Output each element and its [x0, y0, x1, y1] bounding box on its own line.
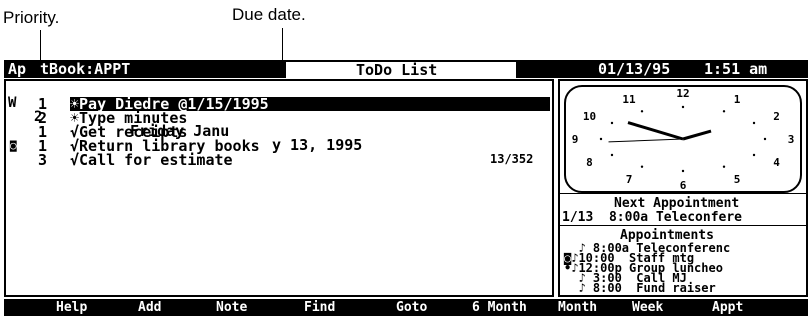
appointment-text: Fund raiser: [636, 281, 716, 295]
function-key-help[interactable]: Help: [56, 299, 87, 316]
clock-numeral: 11: [622, 93, 636, 106]
clock-numeral: 8: [586, 156, 593, 169]
todo-description: Call for estimate: [79, 151, 233, 169]
title-field: ToDo List: [286, 62, 516, 78]
clock-tick: [752, 153, 756, 157]
clock-numeral: 7: [626, 173, 633, 186]
clock-tick: [640, 165, 644, 168]
clock-numeral: 6: [680, 179, 687, 191]
todo-list-panel: W 2 Friday Janu y 13, 1995 13/352 1 ☀Pay …: [4, 79, 554, 297]
app-name: tBook:APPT: [40, 60, 131, 78]
next-appointment-value[interactable]: 1/13 8:00a Teleconfere: [562, 211, 742, 224]
right-panel: 12 1 2 3 4 5 6 7 8 9 10 11 Next Appointment 1/13 8:…: [558, 79, 808, 297]
clock-tick: [681, 105, 685, 109]
clock-numeral: 2: [773, 110, 780, 123]
current-date: 01/13/95: [598, 60, 671, 78]
analog-clock: 12 1 2 3 4 5 6 7 8 9 10 11: [564, 85, 802, 193]
clock-tick: [681, 169, 685, 173]
appointment-item[interactable]: ♪ 8:00 Fund raiser: [564, 281, 716, 295]
priority-callout: Priority.: [3, 8, 60, 27]
clock-tick: [610, 121, 614, 125]
second-hand: [608, 138, 684, 143]
function-key-appt[interactable]: Appt: [712, 299, 743, 316]
clock-tick: [722, 110, 726, 113]
function-key-goto[interactable]: Goto: [396, 299, 427, 316]
clock-numeral: 10: [583, 110, 596, 123]
next-appointment-label: Next Appointment: [614, 196, 740, 211]
title-bar: Ap tBook:APPT ToDo List 01/13/95 1:51 am: [4, 60, 808, 78]
hour-hand: [682, 129, 712, 141]
function-key-week[interactable]: Week: [632, 299, 663, 316]
function-key-month[interactable]: Month: [558, 299, 597, 316]
note-indicator-icon: ◙: [10, 139, 17, 152]
clock-numeral: 9: [572, 133, 579, 146]
list-header: W 2 Friday Janu y 13, 1995 13/352: [6, 82, 552, 166]
clock-tick: [599, 137, 603, 141]
current-time: 1:51 am: [704, 60, 768, 78]
check-mark-icon: √: [70, 151, 80, 169]
clock-numeral: 12: [676, 87, 689, 100]
clock-numeral: 5: [734, 173, 741, 186]
clock-numeral: 3: [788, 133, 795, 146]
clock-tick: [722, 165, 726, 168]
clock-tick: [640, 110, 644, 113]
function-key-note[interactable]: Note: [216, 299, 247, 316]
appointment-time: 8:00: [585, 281, 637, 295]
todo-text: √Call for estimate: [70, 151, 233, 169]
clock-numeral: 1: [734, 93, 741, 106]
app-name-prefix: Ap: [8, 60, 27, 78]
function-key-bar: Help Add Note Find Goto 6 Month Month Week Appt: [4, 299, 808, 316]
todo-item[interactable]: 3 √Call for estimate: [6, 151, 552, 169]
function-key-add[interactable]: Add: [138, 299, 161, 316]
clock-numeral: 4: [773, 156, 780, 169]
appointment-book-screen: Ap tBook:APPT ToDo List 01/13/95 1:51 am…: [4, 60, 808, 316]
window-title: ToDo List: [356, 61, 438, 79]
due-date-callout: Due date.: [232, 5, 306, 24]
clock-tick: [610, 153, 614, 157]
clock-tick: [763, 137, 767, 141]
alarm-note-icon: ♪: [564, 281, 586, 295]
function-key-find[interactable]: Find: [304, 299, 335, 316]
clock-face: 12 1234567891011: [572, 87, 795, 192]
clock-tick: [752, 121, 756, 125]
minute-hand: [627, 121, 684, 141]
function-key-6-month[interactable]: 6 Month: [472, 299, 527, 316]
todo-priority: 3: [38, 151, 48, 169]
